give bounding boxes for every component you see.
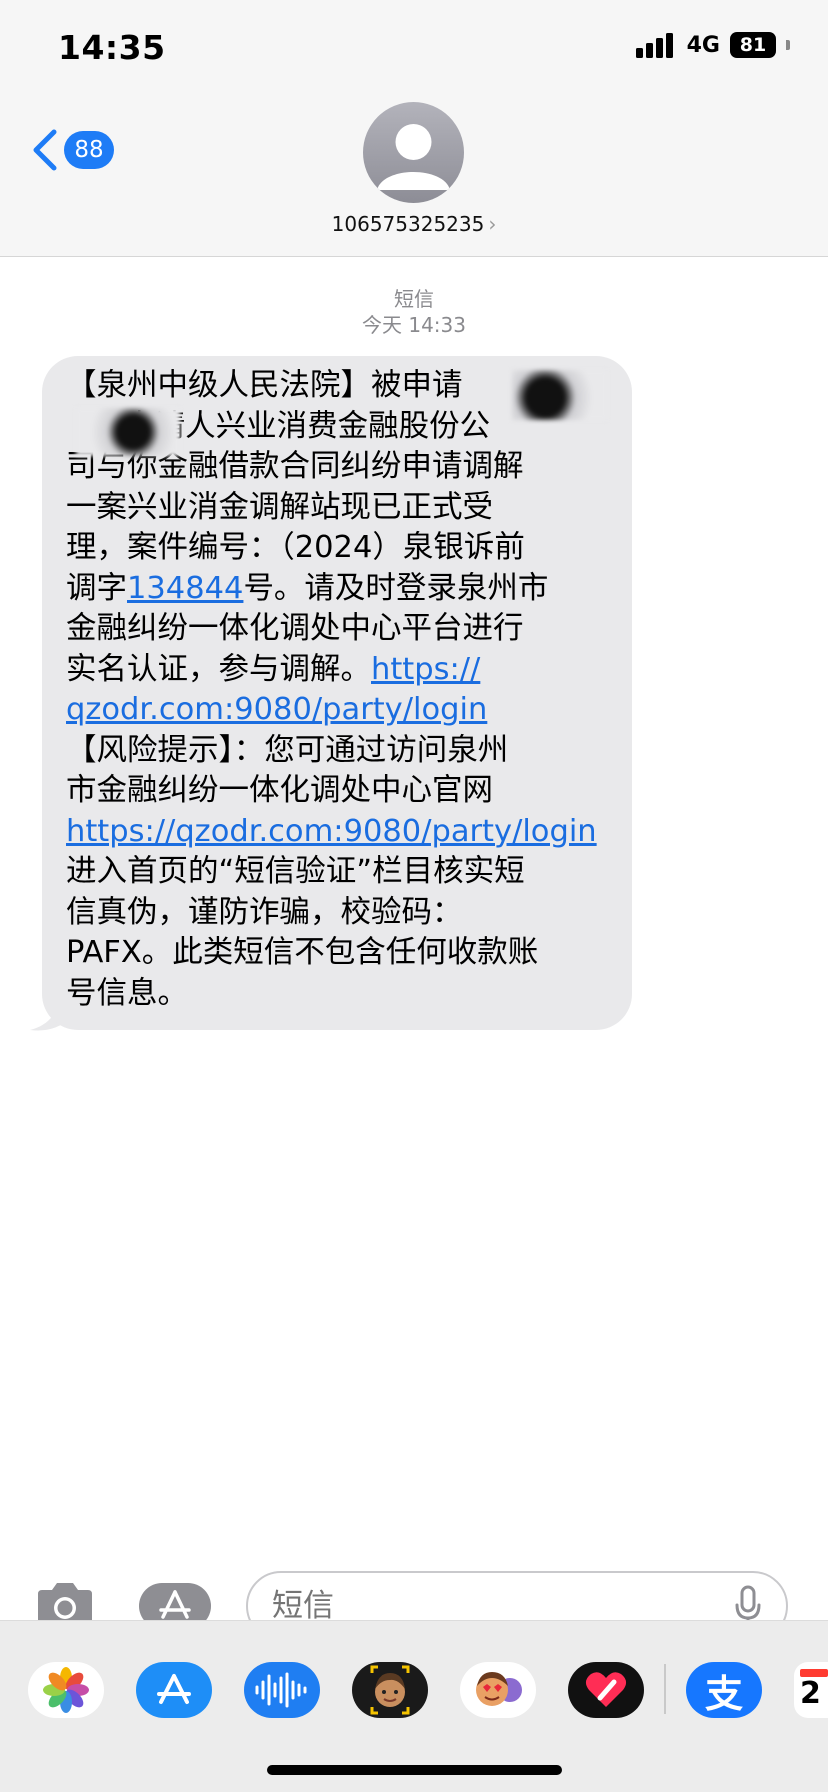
memoji-stickers-app-button[interactable] — [460, 1662, 536, 1718]
message-text-segment: PAFX。此类短信不包含任何收款账 — [66, 935, 539, 970]
message-line: 实名认证，参与调解。https:// — [66, 650, 606, 691]
audio-icon — [255, 1672, 307, 1708]
message-line: 一案兴业消金调解站现已正式受 — [66, 488, 606, 529]
message-text: 【泉州中级人民法院】被申请 申请人兴业消费金融股份公 司与你金融借款合同纠纷申请调… — [66, 366, 606, 1014]
drawer-divider — [664, 1664, 666, 1714]
message-line: 【风险提示】：您可通过访问泉州 — [66, 731, 606, 772]
message-type-label: 短信 — [394, 287, 434, 311]
message-line: PAFX。此类短信不包含任何收款账 — [66, 933, 606, 974]
calendar-app-button[interactable]: 2 — [794, 1662, 828, 1718]
message-line: 理，案件编号：（2024）泉银诉前 — [66, 528, 606, 569]
audio-message-app-button[interactable] — [244, 1662, 320, 1718]
signal-icon — [635, 32, 673, 58]
calendar-icon: 2 — [800, 1669, 828, 1711]
photos-icon — [43, 1667, 89, 1713]
photos-app-button[interactable] — [28, 1662, 104, 1718]
message-line: 市金融纠纷一体化调处中心官网 — [66, 771, 606, 812]
redacted-name-blur — [76, 408, 180, 456]
message-link[interactable]: qzodr.com:9080/party/login — [66, 692, 487, 727]
memoji-stickers-icon — [476, 1672, 522, 1706]
status-indicators: 4G 81 — [635, 32, 790, 58]
message-text-segment: 【泉州中级人民法院】被申请 — [66, 368, 463, 403]
message-text-segment: 市金融纠纷一体化调处中心官网 — [66, 773, 493, 808]
unread-count-badge: 88 — [64, 131, 114, 169]
message-text-segment: 【风险提示】：您可通过访问泉州 — [66, 732, 509, 768]
contact-number-label: 106575325235 — [331, 212, 485, 236]
app-store-app-button[interactable] — [136, 1662, 212, 1718]
message-line: 调字134844号。请及时登录泉州市 — [66, 569, 606, 610]
message-text-segment: 金融纠纷一体化调处中心平台进行 — [66, 611, 524, 646]
message-link[interactable]: https:// — [371, 652, 480, 687]
memoji-icon — [370, 1665, 410, 1715]
message-line: 号信息。 — [66, 974, 606, 1015]
redacted-name-blur — [512, 370, 607, 420]
app-store-icon — [159, 1590, 191, 1619]
conversation-header: 14:35 4G 81 88 106575325235 › — [0, 0, 828, 257]
message-text-segment: 进入首页的“短信验证”栏目核实短 — [66, 854, 525, 889]
message-line: 信真伪，谨防诈骗，校验码： — [66, 893, 606, 934]
message-text-segment: 一案兴业消金调解站现已正式受 — [66, 489, 493, 525]
status-time: 14:35 — [58, 28, 166, 67]
contact-avatar[interactable] — [363, 102, 464, 203]
person-icon — [377, 124, 450, 190]
message-line: qzodr.com:9080/party/login — [66, 690, 606, 731]
battery-cap — [786, 40, 790, 50]
digital-touch-icon — [585, 1672, 627, 1707]
message-link[interactable]: https://qzodr.com:9080/party/login — [66, 814, 597, 849]
calendar-day: 2 — [800, 1676, 821, 1711]
message-text-segment: 号信息。 — [66, 975, 188, 1011]
back-button[interactable]: 88 — [30, 128, 114, 172]
chevron-right-icon: › — [488, 212, 497, 236]
message-text-segment: 信真伪，谨防诈骗，校验码： — [66, 894, 463, 930]
network-type: 4G — [686, 32, 720, 58]
message-timestamp: 今天 14:33 — [362, 313, 466, 337]
message-line: 进入首页的“短信验证”栏目核实短 — [66, 852, 606, 893]
message-text-segment: 理，案件编号：（2024）泉银诉前 — [66, 530, 525, 565]
memoji-app-button[interactable] — [352, 1662, 428, 1718]
message-link[interactable]: 134844 — [127, 571, 243, 606]
message-text-segment: 号。请及时登录泉州市 — [243, 570, 549, 606]
digital-touch-app-button[interactable] — [568, 1662, 644, 1718]
home-indicator — [267, 1765, 562, 1775]
message-line: https://qzodr.com:9080/party/login — [66, 812, 606, 853]
message-bubble[interactable]: 【泉州中级人民法院】被申请 申请人兴业消费金融股份公 司与你金融借款合同纠纷申请调… — [42, 356, 632, 1030]
message-text-segment: 调字 — [66, 570, 127, 606]
alipay-icon: 支 — [704, 1671, 743, 1716]
chevron-left-icon — [33, 129, 57, 171]
message-text-segment: 实名认证，参与调解。 — [66, 651, 371, 687]
message-line: 金融纠纷一体化调处中心平台进行 — [66, 609, 606, 650]
app-store-icon — [157, 1674, 191, 1704]
contact-name[interactable]: 106575325235 › — [0, 212, 828, 236]
battery-icon: 81 — [730, 32, 776, 58]
alipay-app-button[interactable]: 支 — [686, 1662, 762, 1718]
